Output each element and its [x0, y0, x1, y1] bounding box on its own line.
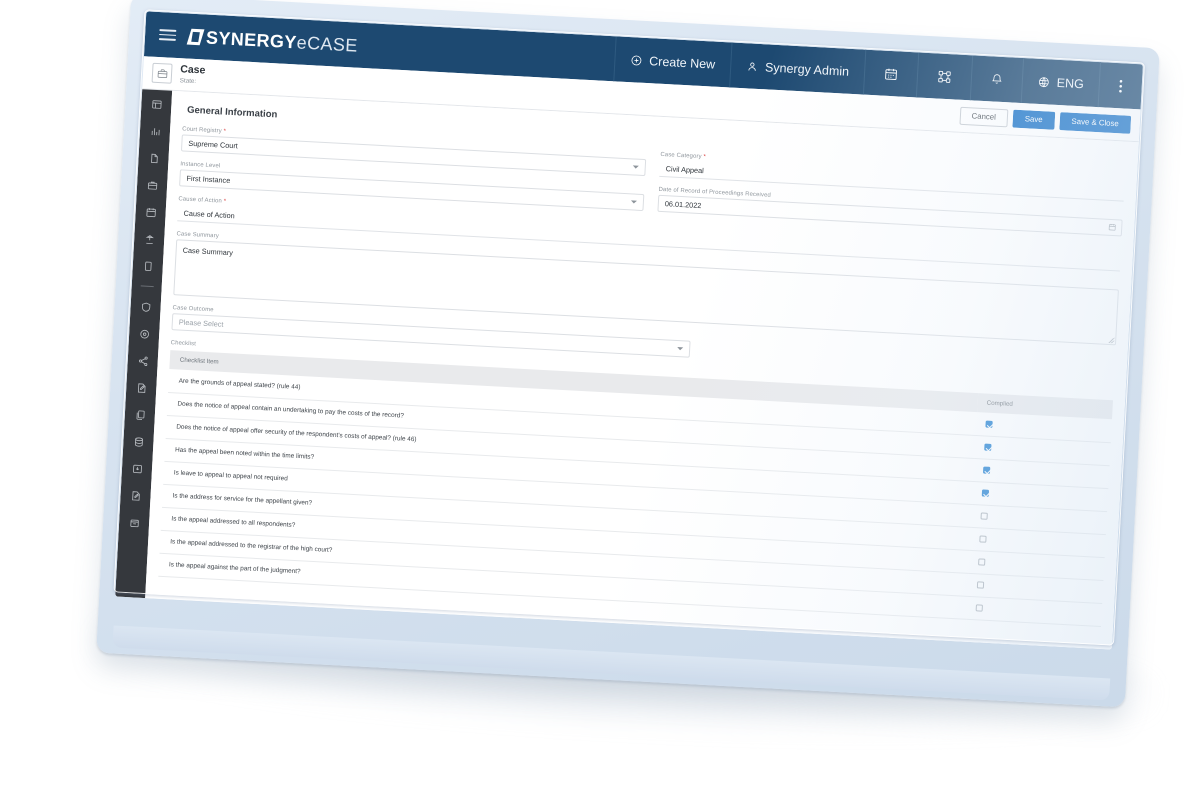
sidebar-item-templates[interactable] [133, 407, 148, 422]
complied-checkbox[interactable] [980, 512, 988, 520]
synergy-logo-mark [186, 28, 205, 45]
apps-grid-icon [937, 69, 953, 84]
sidebar-item-dashboard[interactable] [149, 97, 164, 112]
user-name-label: Synergy Admin [764, 59, 850, 79]
sidebar-item-calendar[interactable] [143, 204, 158, 219]
screen: SYNERGYeCASE Create New Synergy Admin EN… [115, 11, 1143, 650]
calendar-icon[interactable] [1108, 222, 1117, 232]
required-marker: * [223, 128, 227, 135]
complied-checkbox[interactable] [975, 604, 983, 612]
sidebar-item-reports[interactable] [148, 124, 163, 139]
header-action-buttons: Cancel Save Save & Close [959, 106, 1132, 134]
app-logo[interactable]: SYNERGYeCASE [186, 27, 359, 56]
sidebar-item-inbox[interactable] [130, 461, 145, 476]
sidebar-item-storage[interactable] [131, 434, 146, 449]
instance-level-value: First Instance [186, 173, 231, 186]
sidebar-item-edit-forms[interactable] [134, 380, 149, 395]
brand-name-light: eCASE [296, 31, 359, 56]
globe-icon [1037, 75, 1050, 88]
brand-name-bold: SYNERGY [205, 27, 298, 52]
cancel-button[interactable]: Cancel [959, 106, 1009, 128]
court-registry-value: Supreme Court [188, 138, 239, 151]
sidebar-item-judges[interactable] [142, 231, 157, 246]
monitor-bezel: SYNERGYeCASE Create New Synergy Admin EN… [96, 0, 1160, 708]
page-body: General Information Court Registry * Sup… [115, 89, 1139, 650]
hamburger-icon[interactable] [158, 29, 177, 41]
complied-checkbox[interactable] [985, 420, 993, 428]
calendar-button[interactable] [862, 49, 919, 98]
complied-checkbox[interactable] [984, 443, 992, 451]
create-new-button[interactable]: Create New [613, 36, 732, 88]
cause-of-action-value: Cause of Action [183, 208, 235, 220]
more-menu-button[interactable] [1097, 62, 1143, 110]
user-menu-button[interactable]: Synergy Admin [728, 42, 866, 95]
date-received-value: 06.01.2022 [664, 199, 702, 211]
sidebar-item-settings[interactable] [137, 326, 152, 341]
sidebar-divider [140, 285, 154, 288]
save-and-close-button[interactable]: Save & Close [1059, 112, 1132, 134]
complied-checkbox[interactable] [982, 466, 991, 474]
plus-circle-icon [630, 54, 643, 67]
case-outcome-value: Please Select [178, 317, 224, 329]
chevron-down-icon [630, 200, 637, 204]
create-new-label: Create New [648, 53, 716, 72]
complied-checkbox[interactable] [979, 535, 987, 543]
user-icon [746, 60, 759, 73]
complied-checkbox[interactable] [981, 489, 990, 497]
sidebar-item-documents[interactable] [146, 151, 161, 166]
monitor-device: SYNERGYeCASE Create New Synergy Admin EN… [0, 0, 1200, 800]
sidebar-item-archive[interactable] [127, 515, 142, 530]
checklist-table: Checklist Item Complied Are the grounds … [158, 350, 1114, 626]
case-summary-value: Case Summary [182, 245, 234, 258]
case-category-value: Civil Appeal [665, 163, 705, 175]
complied-checkbox[interactable] [976, 581, 985, 589]
chevron-down-icon [677, 347, 684, 351]
required-marker: * [703, 154, 707, 161]
kebab-menu-icon [1118, 79, 1123, 93]
apps-button[interactable] [915, 52, 973, 101]
save-button[interactable]: Save [1012, 109, 1056, 130]
sidebar-item-security[interactable] [138, 299, 153, 314]
required-marker: * [223, 198, 227, 205]
bell-icon [991, 72, 1004, 86]
form-panel: General Information Court Registry * Sup… [145, 90, 1139, 650]
sidebar-item-devices[interactable] [140, 258, 155, 273]
sidebar-item-cases[interactable] [145, 178, 160, 193]
briefcase-icon [151, 62, 173, 84]
language-button[interactable]: ENG [1020, 58, 1100, 108]
sidebar-item-workflow[interactable] [135, 353, 150, 368]
language-label: ENG [1056, 75, 1085, 91]
chevron-down-icon [632, 165, 639, 169]
complied-checkbox[interactable] [978, 558, 986, 566]
notifications-button[interactable] [969, 55, 1024, 103]
device-scene: SYNERGYeCASE Create New Synergy Admin EN… [0, 0, 1200, 800]
sidebar-item-tasks[interactable] [128, 488, 143, 503]
calendar-icon [884, 66, 899, 81]
